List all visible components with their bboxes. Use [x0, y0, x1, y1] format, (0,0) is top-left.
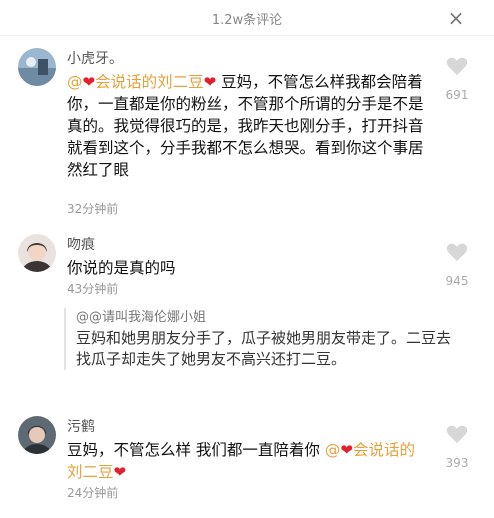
comment-time: 32分钟前 [67, 202, 119, 216]
comment-item: 小虎牙。 @❤会说话的刘二豆❤ 豆妈，不管怎么样我都会陪着你，一直都是你的粉丝，… [0, 42, 494, 220]
comment-text: 你说的是真的吗 [67, 257, 429, 279]
comment-item: 吻痕 你说的是真的吗 43分钟前 945 @@请叫我海伦娜小姐 豆妈和她男朋友分… [0, 228, 494, 400]
heart-outline-icon[interactable] [446, 56, 468, 76]
comments-header: 1.2w条评论 × [0, 0, 494, 36]
comment-time: 43分钟前 [67, 282, 119, 296]
username[interactable]: 小虎牙。 [67, 48, 123, 68]
avatar[interactable] [18, 48, 56, 86]
comment-item: 污鹤 豆妈，不管怎么样 我们都一直陪着你 @❤会说话的刘二豆❤ 24分钟前 39… [0, 410, 494, 510]
close-icon[interactable]: × [444, 6, 468, 30]
like-count: 691 [445, 88, 469, 102]
like-count: 393 [445, 456, 469, 470]
avatar[interactable] [18, 234, 56, 272]
comment-count-title: 1.2w条评论 [211, 13, 283, 28]
username[interactable]: 污鹤 [67, 416, 95, 436]
heart-outline-icon[interactable] [446, 242, 468, 262]
comment-text: 豆妈，不管怎么样 我们都一直陪着你 @❤会说话的刘二豆❤ [67, 439, 429, 483]
quoted-reply: @@请叫我海伦娜小姐 豆妈和她男朋友分手了，瓜子被她男朋友带走了。二豆去找瓜子却… [64, 308, 452, 370]
red-heart-icon: ❤ [113, 463, 127, 481]
comment-time: 24分钟前 [67, 486, 119, 500]
red-heart-icon: ❤ [340, 441, 353, 459]
heart-outline-icon[interactable] [446, 424, 468, 444]
like-button[interactable]: 945 [442, 242, 472, 288]
like-count: 945 [445, 274, 469, 288]
avatar[interactable] [18, 416, 56, 454]
comment-body: 豆妈，不管怎么样 我们都一直陪着你 [67, 441, 325, 459]
like-button[interactable]: 691 [442, 56, 472, 102]
mention-link[interactable]: @❤会说话的刘二豆❤ [67, 73, 216, 91]
reply-author[interactable]: @@请叫我海伦娜小姐 [76, 308, 452, 328]
red-heart-icon: ❤ [82, 73, 96, 91]
reply-text: 豆妈和她男朋友分手了，瓜子被她男朋友带走了。二豆去找瓜子却走失了她男友不高兴还打… [76, 329, 452, 368]
comment-text: @❤会说话的刘二豆❤ 豆妈，不管怎么样我都会陪着你，一直都是你的粉丝，不管那个所… [67, 71, 429, 181]
like-button[interactable]: 393 [442, 424, 472, 470]
username[interactable]: 吻痕 [67, 234, 95, 254]
comment-body: 你说的是真的吗 [67, 259, 176, 277]
red-heart-icon: ❤ [203, 73, 217, 91]
